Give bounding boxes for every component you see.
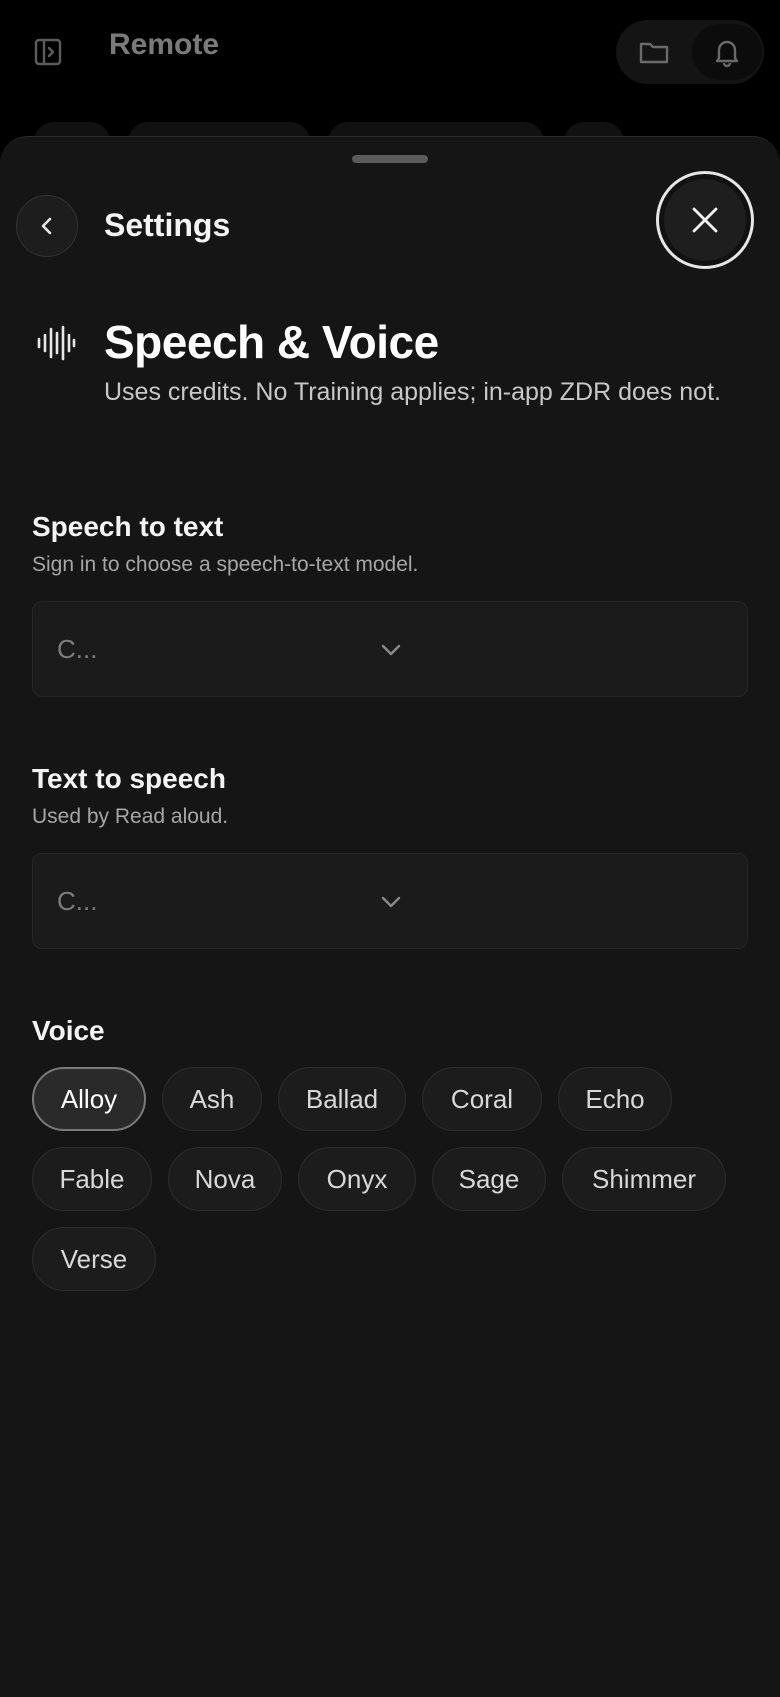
bell-icon (715, 40, 739, 68)
voice-option-alloy[interactable]: Alloy (32, 1067, 146, 1131)
text-to-speech-select[interactable]: C... (32, 853, 748, 949)
chevron-down-icon (381, 896, 401, 908)
voice-option-sage[interactable]: Sage (432, 1147, 546, 1211)
voice-option-onyx[interactable]: Onyx (298, 1147, 416, 1211)
chevron-left-icon (41, 217, 52, 235)
app-title: Remote (109, 28, 220, 61)
text-to-speech-subtitle: Used by Read aloud. (32, 805, 229, 828)
voice-option-shimmer[interactable]: Shimmer (562, 1147, 726, 1211)
waveform-icon (37, 325, 76, 361)
text-to-speech-value: C... (57, 886, 98, 916)
voice-title: Voice (32, 1015, 105, 1046)
sheet-grabber[interactable] (352, 155, 428, 163)
sidebar-toggle-icon[interactable] (34, 38, 62, 66)
voice-option-nova[interactable]: Nova (168, 1147, 282, 1211)
voice-option-verse[interactable]: Verse (32, 1227, 156, 1291)
voice-option-fable[interactable]: Fable (32, 1147, 152, 1211)
close-button[interactable] (656, 171, 754, 269)
speech-to-text-value: C... (57, 634, 98, 664)
folder-icon[interactable] (638, 36, 670, 68)
speech-to-text-title: Speech to text (32, 511, 224, 542)
voice-option-echo[interactable]: Echo (558, 1067, 672, 1131)
text-to-speech-title: Text to speech (32, 763, 226, 794)
voice-option-ash[interactable]: Ash (162, 1067, 262, 1131)
back-button[interactable] (16, 195, 78, 257)
voice-option-ballad[interactable]: Ballad (278, 1067, 406, 1131)
background-app-header: Remote (0, 0, 780, 162)
close-icon (692, 207, 718, 233)
section-title: Speech & Voice (104, 316, 439, 368)
sheet-title: Settings (104, 207, 231, 243)
section-description: Uses credits. No Training applies; in-ap… (104, 378, 721, 406)
speech-to-text-select[interactable]: C... (32, 601, 748, 697)
settings-sheet: Settings Speech & Voice Uses credits. No… (0, 136, 780, 1697)
voice-option-coral[interactable]: Coral (422, 1067, 542, 1131)
speech-to-text-subtitle: Sign in to choose a speech-to-text model… (32, 553, 419, 576)
chevron-down-icon (381, 644, 401, 656)
